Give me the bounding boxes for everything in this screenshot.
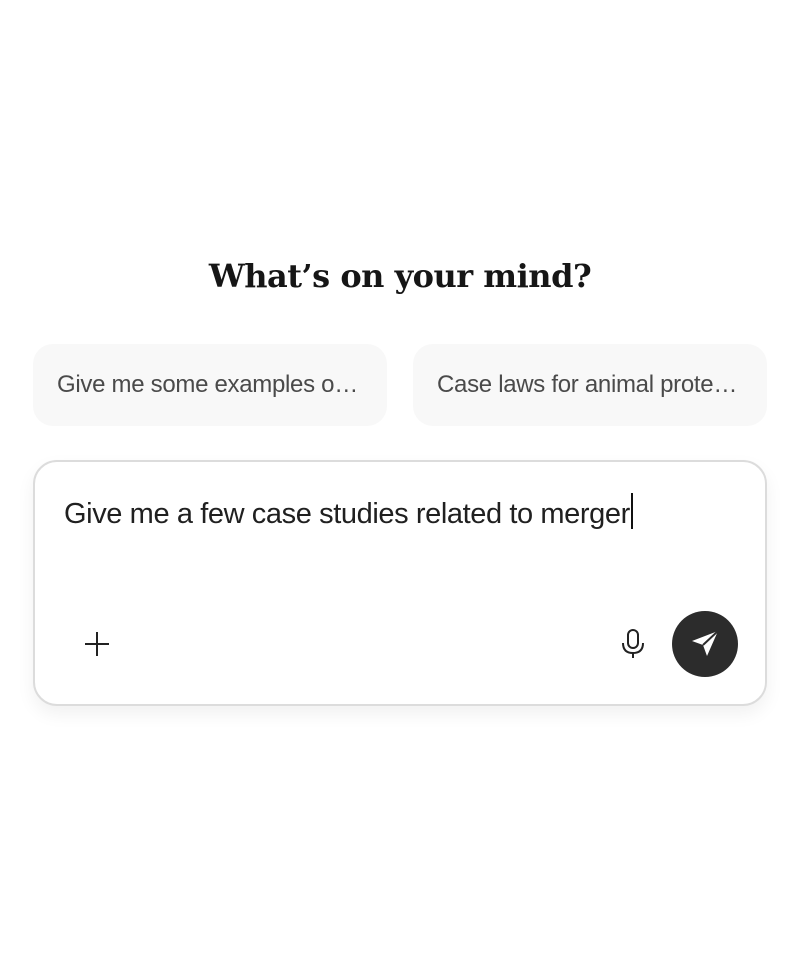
text-caret — [630, 493, 633, 529]
suggestion-chip-examples[interactable]: Give me some examples of merger case stu… — [33, 344, 387, 426]
message-input-text: Give me a few case studies related to me… — [64, 498, 630, 530]
attach-button[interactable] — [79, 626, 115, 662]
send-icon — [692, 630, 719, 656]
send-button[interactable] — [672, 611, 738, 677]
microphone-icon — [622, 629, 644, 658]
chat-start-screen: What’s on your mind? Give me some exampl… — [0, 0, 800, 960]
page-title: What’s on your mind? — [208, 257, 592, 295]
message-input[interactable]: Give me a few case studies related to me… — [64, 492, 633, 536]
suggestion-label: Case laws for animal protection — [437, 371, 743, 398]
plus-icon — [85, 632, 109, 656]
suggestion-chip-case-laws[interactable]: Case laws for animal protection — [413, 344, 767, 426]
suggestion-label: Give me some examples of merger case stu… — [57, 371, 363, 398]
message-composer: Give me a few case studies related to me… — [33, 460, 767, 706]
voice-input-button[interactable] — [615, 626, 651, 662]
